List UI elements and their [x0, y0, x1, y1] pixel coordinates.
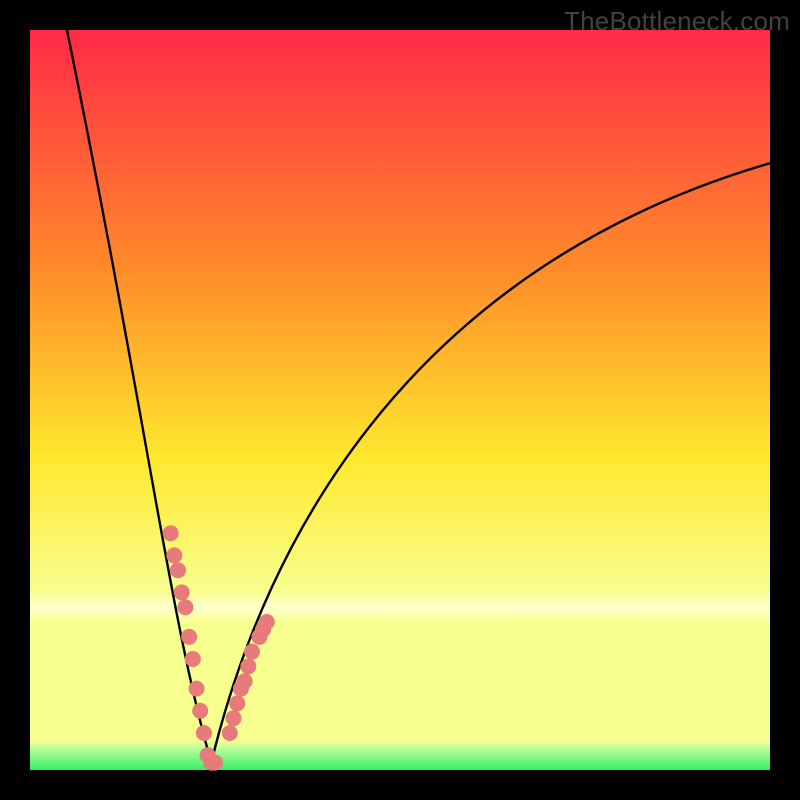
marker-point — [185, 651, 201, 667]
marker-point — [244, 644, 260, 660]
marker-point — [192, 703, 208, 719]
curve-layer — [30, 30, 770, 770]
marker-point — [163, 525, 179, 541]
marker-point — [174, 584, 190, 600]
marker-point — [229, 695, 245, 711]
watermark-text: TheBottleneck.com — [564, 6, 790, 37]
marker-point — [177, 599, 193, 615]
marker-point — [196, 725, 212, 741]
marker-point — [207, 755, 223, 771]
marker-point — [170, 562, 186, 578]
marker-point — [226, 710, 242, 726]
marker-point — [189, 681, 205, 697]
marker-point — [259, 614, 275, 630]
marker-point — [222, 725, 238, 741]
marker-point — [237, 673, 253, 689]
bottleneck-curve — [67, 30, 770, 763]
marker-point — [181, 629, 197, 645]
plot-area — [30, 30, 770, 770]
marker-point — [240, 658, 256, 674]
marker-point — [166, 547, 182, 563]
chart-frame: TheBottleneck.com — [0, 0, 800, 800]
